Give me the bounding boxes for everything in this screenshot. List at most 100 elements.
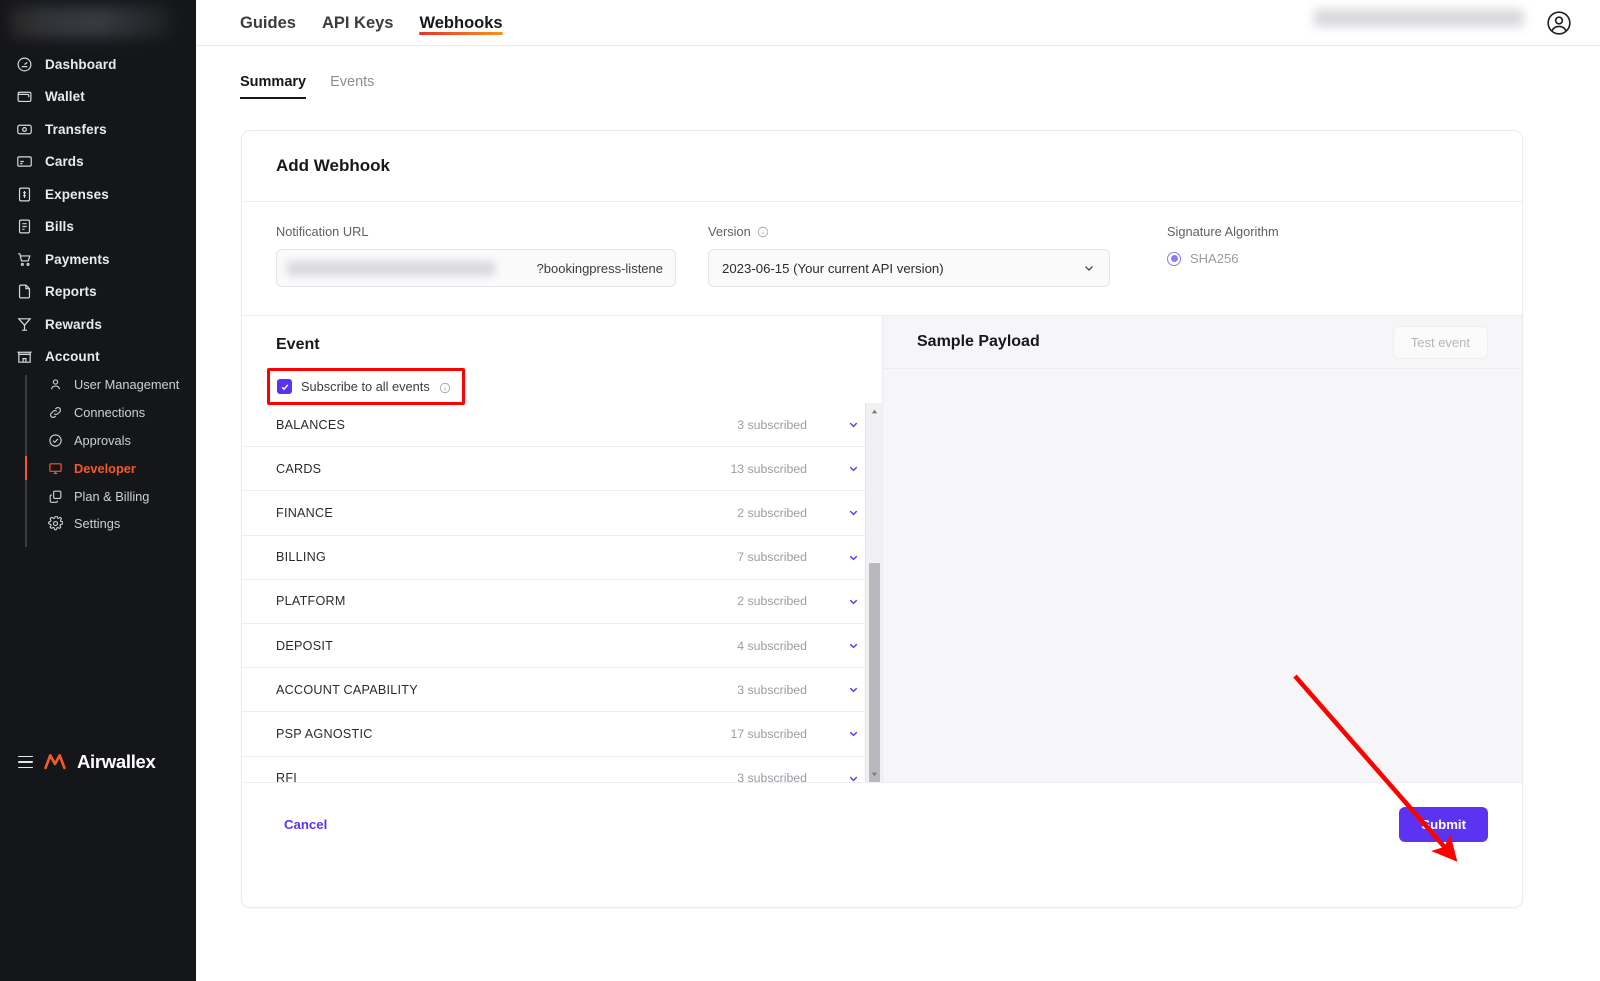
sidebar-item-plan-billing[interactable]: Plan & Billing (0, 482, 196, 510)
sidebar-item-account[interactable]: Account (0, 341, 196, 374)
sample-payload-title: Sample Payload (917, 333, 1040, 350)
version-field: Version 2023-06-15 (Your current API ver… (708, 224, 1110, 287)
test-event-button[interactable]: Test event (1392, 325, 1488, 359)
table-row[interactable]: CARDS 13 subscribed (242, 447, 865, 492)
sidebar-subitem-label: Plan & Billing (74, 488, 150, 504)
chevron-down-icon[interactable] (841, 551, 865, 564)
account-icon (16, 348, 33, 365)
cancel-button[interactable]: Cancel (276, 811, 335, 838)
chevron-down-icon[interactable] (841, 639, 865, 652)
webhook-form: Notification URL ?bookingpress-listene V… (242, 202, 1522, 315)
sidebar-subitem-label: Approvals (74, 432, 131, 448)
table-row[interactable]: PSP AGNOSTIC 17 subscribed (242, 712, 865, 757)
signature-algorithm-field: Signature Algorithm SHA256 (1167, 224, 1279, 287)
dashboard-icon (16, 56, 33, 73)
sidebar-item-wallet[interactable]: Wallet (0, 81, 196, 114)
event-list-scrollbar[interactable] (865, 403, 882, 782)
sidebar-item-approvals[interactable]: Approvals (0, 427, 196, 455)
monitor-icon (48, 461, 63, 476)
org-logo-blurred (10, 6, 170, 38)
event-subscribed-count: 4 subscribed (737, 638, 807, 653)
tab-guides[interactable]: Guides (240, 0, 296, 33)
submit-button[interactable]: Submit (1399, 806, 1488, 842)
sidebar-item-payments[interactable]: Payments (0, 243, 196, 276)
chevron-down-icon[interactable] (841, 462, 865, 475)
table-row[interactable]: PLATFORM 2 subscribed (242, 580, 865, 624)
brand-airwallex[interactable]: Airwallex (0, 751, 196, 773)
event-group-name: CARDS (276, 461, 322, 476)
card-body-split: Event Subscribe to all events BALANCES 3… (242, 316, 1522, 782)
account-name-blurred (1314, 9, 1524, 27)
event-subscribed-count: 17 subscribed (730, 726, 807, 741)
rewards-icon (16, 316, 33, 333)
developer-tabs: Guides API Keys Webhooks (240, 0, 503, 46)
sidebar-item-rewards[interactable]: Rewards (0, 308, 196, 341)
user-icon (48, 377, 63, 392)
link-icon (48, 405, 63, 420)
tab-label: API Keys (321, 14, 394, 32)
tab-api-keys[interactable]: API Keys (322, 0, 394, 33)
notification-url-value: ?bookingpress-listene (536, 260, 663, 276)
sidebar-item-connections[interactable]: Connections (0, 399, 196, 427)
sidebar-item-transfers[interactable]: Transfers (0, 113, 196, 146)
sidebar-item-label: Expenses (45, 186, 109, 202)
avatar[interactable] (1546, 10, 1572, 36)
chevron-down-icon[interactable] (841, 772, 865, 782)
subscribe-all-label: Subscribe to all events (301, 379, 430, 394)
sidebar-item-cards[interactable]: Cards (0, 146, 196, 179)
info-icon[interactable] (757, 226, 769, 238)
version-select[interactable]: 2023-06-15 (Your current API version) (708, 249, 1110, 287)
scroll-up-button[interactable] (866, 403, 882, 419)
reports-icon (16, 283, 33, 300)
signature-algorithm-label: Signature Algorithm (1167, 224, 1279, 239)
signature-algorithm-option[interactable]: SHA256 (1167, 251, 1279, 266)
sidebar-item-developer[interactable]: Developer (0, 454, 196, 482)
tab-summary[interactable]: Summary (240, 74, 307, 99)
table-row[interactable]: DEPOSIT 4 subscribed (242, 624, 865, 669)
subscribe-all-checkbox[interactable] (277, 379, 292, 394)
scroll-down-button[interactable] (866, 766, 882, 782)
event-group-name: FINANCE (276, 505, 334, 520)
radio-sha256[interactable] (1167, 251, 1181, 266)
sidebar-subitem-label: Connections (74, 405, 146, 421)
event-pane: Event Subscribe to all events BALANCES 3… (242, 316, 883, 782)
sidebar-item-bills[interactable]: Bills (0, 211, 196, 244)
scrollbar-thumb[interactable] (869, 563, 880, 782)
chevron-down-icon[interactable] (841, 595, 865, 608)
tab-webhooks[interactable]: Webhooks (419, 0, 503, 35)
notification-url-input[interactable]: ?bookingpress-listene (276, 249, 676, 287)
table-row[interactable]: RFI 3 subscribed (242, 757, 865, 782)
version-selected-value: 2023-06-15 (Your current API version) (722, 260, 944, 276)
sidebar-item-reports[interactable]: Reports (0, 276, 196, 309)
event-rows: BALANCES 3 subscribed CARDS 13 subscribe… (242, 403, 865, 782)
event-subscribed-count: 2 subscribed (737, 505, 807, 520)
hamburger-menu-icon[interactable] (18, 755, 33, 769)
info-icon[interactable] (439, 381, 451, 393)
tab-events[interactable]: Events (330, 74, 374, 99)
event-subscribed-count: 3 subscribed (737, 417, 807, 432)
sidebar-item-expenses[interactable]: Expenses (0, 178, 196, 211)
table-row[interactable]: BALANCES 3 subscribed (242, 403, 865, 448)
sidebar-subitem-label: Developer (74, 460, 136, 476)
payments-icon (16, 251, 33, 268)
sidebar-subitem-label: Settings (74, 516, 121, 532)
sidebar-item-label: Rewards (45, 316, 102, 332)
card-header: Add Webhook (242, 131, 1522, 201)
sidebar-item-label: Payments (45, 251, 110, 267)
table-row[interactable]: FINANCE 2 subscribed (242, 491, 865, 536)
table-row[interactable]: BILLING 7 subscribed (242, 536, 865, 580)
sidebar-item-user-management[interactable]: User Management (0, 371, 196, 399)
tab-label: Events (330, 74, 375, 90)
table-row[interactable]: ACCOUNT CAPABILITY 3 subscribed (242, 668, 865, 713)
chevron-down-icon[interactable] (841, 683, 865, 696)
sidebar-item-settings[interactable]: Settings (0, 510, 196, 538)
sidebar-item-label: Bills (45, 219, 75, 235)
url-redacted-mask (287, 261, 495, 276)
chevron-down-icon[interactable] (841, 418, 865, 431)
chevron-down-icon[interactable] (841, 727, 865, 740)
check-circle-icon (48, 433, 63, 448)
subscribe-all-row[interactable]: Subscribe to all events (267, 368, 465, 405)
chevron-down-icon[interactable] (841, 506, 865, 519)
airwallex-logo-icon (44, 753, 66, 771)
sidebar-item-dashboard[interactable]: Dashboard (0, 48, 196, 81)
